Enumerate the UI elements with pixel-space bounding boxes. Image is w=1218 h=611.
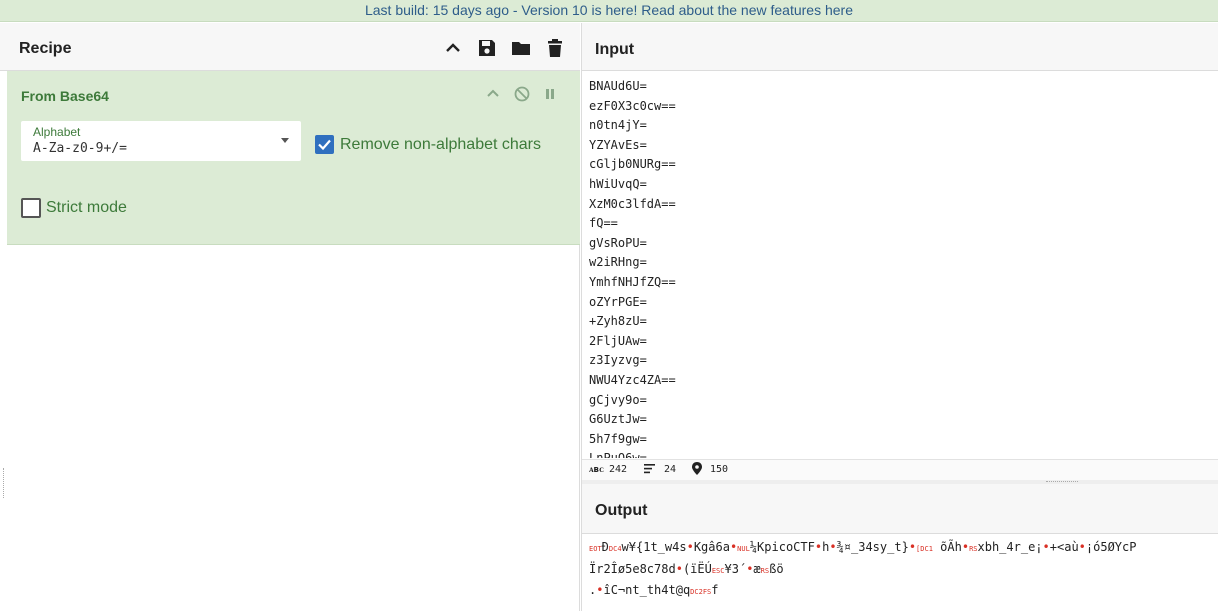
output-text-run: Ð bbox=[601, 540, 609, 554]
resize-handle[interactable] bbox=[3, 468, 5, 498]
checkmark-icon bbox=[318, 139, 331, 151]
operation-title: From Base64 bbox=[21, 88, 109, 104]
control-char: ESC bbox=[711, 566, 725, 575]
output-text-run: ¡ó5ØYcP bbox=[1085, 540, 1137, 554]
output-text-run: ¾¤_34sy_t} bbox=[836, 540, 909, 554]
location-pin-icon bbox=[692, 462, 702, 478]
output-pane: Output EOTÐDC4w¥{1t_w4s•Kgâ6a•NUL¼KpicoC… bbox=[582, 484, 1218, 611]
cursor-position: 150 bbox=[710, 464, 729, 475]
output-text-run: f bbox=[711, 583, 719, 597]
input-status-bar: ᴀʙᴄ 242 24 150 bbox=[582, 459, 1218, 480]
pause-operation-icon[interactable] bbox=[541, 85, 559, 103]
recipe-title: Recipe bbox=[19, 40, 72, 57]
control-char: EOT bbox=[589, 545, 602, 553]
control-char: RS bbox=[760, 566, 770, 575]
input-title: Input bbox=[595, 41, 635, 58]
recipe-pane: Recipe From Base64 Alphabet A-Za-z0-9+/= bbox=[0, 23, 580, 611]
trash-icon[interactable] bbox=[544, 37, 566, 59]
control-char: FS bbox=[702, 588, 712, 596]
remove-non-alphabet-label: Remove non-alphabet chars bbox=[340, 136, 542, 153]
control-char: DC1 bbox=[920, 545, 933, 553]
output-text-run: ßö bbox=[769, 561, 784, 576]
control-char: NUL bbox=[737, 545, 750, 553]
control-char: • bbox=[1042, 540, 1050, 554]
collapse-operation-icon[interactable] bbox=[484, 85, 502, 103]
chevron-down-icon bbox=[281, 138, 289, 143]
control-char: • bbox=[961, 540, 970, 554]
output-text-run: æ bbox=[753, 561, 761, 576]
strict-mode-checkbox[interactable] bbox=[21, 198, 41, 218]
line-count-icon bbox=[644, 463, 655, 477]
output-text-run: Kgâ6a bbox=[693, 540, 730, 554]
control-char: DC4 bbox=[608, 545, 622, 553]
output-title: Output bbox=[595, 502, 648, 519]
output-text-run: õÃh bbox=[932, 540, 962, 554]
alphabet-value: A-Za-z0-9+/= bbox=[33, 141, 127, 156]
control-char: • bbox=[686, 540, 694, 554]
strict-mode-label: Strict mode bbox=[46, 199, 127, 216]
output-text-run: îC¬nt_th4t@q bbox=[603, 583, 691, 597]
char-count: 242 bbox=[609, 464, 628, 475]
line-count: 24 bbox=[664, 464, 677, 475]
output-text-run: Ïr2Îø5e8c78d bbox=[589, 561, 676, 576]
control-char: • bbox=[908, 540, 917, 554]
char-count-icon: ᴀʙᴄ bbox=[589, 465, 604, 475]
recipe-header: Recipe bbox=[0, 23, 580, 71]
output-header: Output bbox=[582, 484, 1218, 534]
control-char: DC2 bbox=[690, 588, 703, 596]
banner-build-text: Last build: 15 days ago bbox=[364, 2, 509, 18]
folder-icon[interactable] bbox=[510, 37, 532, 59]
output-text-run: w¥{1t_w4s bbox=[621, 540, 687, 554]
disable-operation-icon[interactable] bbox=[513, 85, 531, 103]
remove-non-alphabet-checkbox[interactable] bbox=[315, 135, 334, 154]
save-icon[interactable] bbox=[476, 37, 498, 59]
banner-version-text: - Version 10 is here! Read about the new… bbox=[508, 2, 825, 18]
control-char: RS bbox=[969, 545, 978, 553]
output-text-run: (ïËÚ bbox=[682, 561, 712, 576]
output-text-run: ¼KpicoCTF bbox=[749, 540, 815, 554]
alphabet-select[interactable]: Alphabet A-Za-z0-9+/= bbox=[21, 121, 301, 161]
control-char: • bbox=[814, 540, 823, 554]
from-base64-operation: From Base64 Alphabet A-Za-z0-9+/= Remove… bbox=[7, 71, 580, 245]
alphabet-label: Alphabet bbox=[33, 125, 81, 139]
input-pane: Input BNAUd6U= ezF0X3c0cw== n0tn4jY= YZY… bbox=[582, 23, 1218, 478]
control-char: • bbox=[1078, 540, 1086, 554]
banner-here-link[interactable]: here bbox=[825, 2, 853, 18]
input-header: Input bbox=[582, 23, 1218, 71]
output-textarea[interactable]: EOTÐDC4w¥{1t_w4s•Kgâ6a•NUL¼KpicoCTF•h•¾¤… bbox=[589, 538, 1209, 608]
output-text-run: xbh_4r_e¡ bbox=[977, 540, 1043, 554]
control-char: • bbox=[675, 561, 683, 576]
control-char: • bbox=[829, 540, 837, 554]
output-text-run: +<aù bbox=[1049, 540, 1079, 554]
splitter-grip bbox=[1046, 481, 1078, 483]
output-text-run: ¥3´ bbox=[724, 561, 747, 576]
update-banner: Last build: 15 days ago - Version 10 is … bbox=[0, 0, 1218, 22]
input-textarea[interactable]: BNAUd6U= ezF0X3c0cw== n0tn4jY= YZYAvEs= … bbox=[589, 77, 1209, 458]
chevron-up-icon[interactable] bbox=[442, 37, 464, 59]
